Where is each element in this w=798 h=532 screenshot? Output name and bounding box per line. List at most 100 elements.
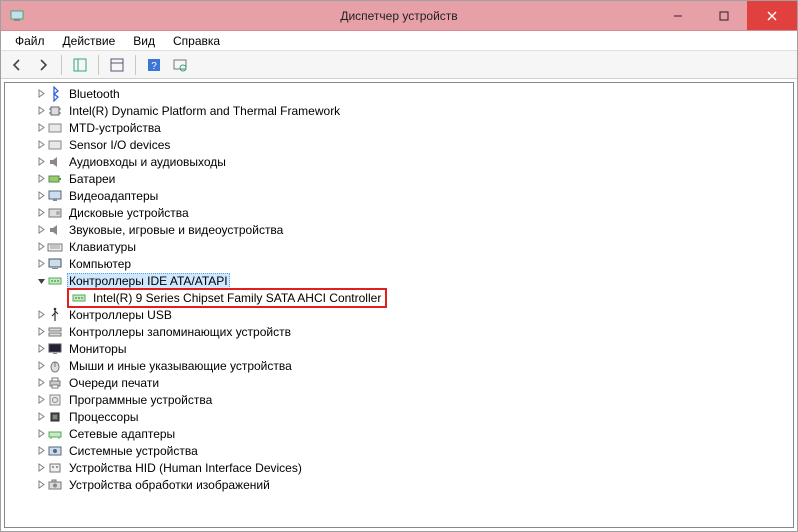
cpu-icon: [47, 409, 63, 425]
menu-action[interactable]: Действие: [55, 32, 124, 50]
expand-icon[interactable]: [35, 242, 47, 251]
maximize-button[interactable]: [701, 1, 747, 30]
tree-item[interactable]: Intel(R) Dynamic Platform and Thermal Fr…: [5, 102, 793, 119]
device-tree: Bluetooth Intel(R) Dynamic Platform and T…: [5, 85, 793, 493]
minimize-button[interactable]: [655, 1, 701, 30]
audio-icon: [47, 222, 63, 238]
tree-item[interactable]: Контроллеры запоминающих устройств: [5, 323, 793, 340]
expand-icon[interactable]: [35, 123, 47, 132]
forward-button[interactable]: [31, 54, 55, 76]
tree-item[interactable]: Сетевые адаптеры: [5, 425, 793, 442]
expand-icon[interactable]: [35, 259, 47, 268]
tree-item-label: Контроллеры запоминающих устройств: [67, 325, 293, 339]
tree-item-label: Intel(R) Dynamic Platform and Thermal Fr…: [67, 104, 342, 118]
tree-item[interactable]: Sensor I/O devices: [5, 136, 793, 153]
tree-item[interactable]: Видеоадаптеры: [5, 187, 793, 204]
tree-item[interactable]: Intel(R) 9 Series Chipset Family SATA AH…: [5, 289, 793, 306]
expand-icon[interactable]: [35, 412, 47, 421]
expand-icon[interactable]: [35, 463, 47, 472]
tree-item-label: Аудиовходы и аудиовыходы: [67, 155, 228, 169]
toolbar: ?: [1, 51, 797, 79]
collapse-icon[interactable]: [35, 276, 47, 285]
tree-item[interactable]: Дисковые устройства: [5, 204, 793, 221]
tree-item-label: Очереди печати: [67, 376, 161, 390]
expand-icon[interactable]: [35, 429, 47, 438]
toolbar-separator: [61, 55, 62, 75]
tree-item-label: Сетевые адаптеры: [67, 427, 177, 441]
chip-icon: [47, 103, 63, 119]
back-button[interactable]: [5, 54, 29, 76]
tree-item[interactable]: Процессоры: [5, 408, 793, 425]
tree-item-label: Компьютер: [67, 257, 133, 271]
tree-item[interactable]: Системные устройства: [5, 442, 793, 459]
tree-item[interactable]: Клавиатуры: [5, 238, 793, 255]
titlebar[interactable]: Диспетчер устройств: [1, 1, 797, 31]
tree-item[interactable]: Мониторы: [5, 340, 793, 357]
menu-help[interactable]: Справка: [165, 32, 228, 50]
expand-icon[interactable]: [35, 327, 47, 336]
show-hide-tree-button[interactable]: [68, 54, 92, 76]
controller-icon: [47, 273, 63, 289]
menu-file[interactable]: Файл: [7, 32, 53, 50]
tree-item[interactable]: Bluetooth: [5, 85, 793, 102]
expand-icon[interactable]: [35, 174, 47, 183]
tree-item[interactable]: Мыши и иные указывающие устройства: [5, 357, 793, 374]
tree-item[interactable]: Батареи: [5, 170, 793, 187]
tree-item-label: MTD-устройства: [67, 121, 163, 135]
tree-item-label: Процессоры: [67, 410, 141, 424]
caption-buttons: [655, 1, 797, 30]
tree-item-label: Видеоадаптеры: [67, 189, 160, 203]
tree-item-label: Контроллеры USB: [67, 308, 174, 322]
expand-icon[interactable]: [35, 157, 47, 166]
bluetooth-icon: [47, 86, 63, 102]
close-button[interactable]: [747, 1, 797, 30]
expand-icon[interactable]: [35, 89, 47, 98]
expand-icon[interactable]: [35, 191, 47, 200]
tree-item-label: Bluetooth: [67, 87, 122, 101]
tree-item[interactable]: Устройства HID (Human Interface Devices): [5, 459, 793, 476]
expand-icon[interactable]: [35, 395, 47, 404]
tree-item-label: Дисковые устройства: [67, 206, 191, 220]
hid-icon: [47, 460, 63, 476]
tree-item[interactable]: Аудиовходы и аудиовыходы: [5, 153, 793, 170]
properties-button[interactable]: [105, 54, 129, 76]
expand-icon[interactable]: [35, 310, 47, 319]
menu-view[interactable]: Вид: [125, 32, 163, 50]
tree-item[interactable]: Звуковые, игровые и видеоустройства: [5, 221, 793, 238]
toolbar-separator: [135, 55, 136, 75]
display-icon: [47, 188, 63, 204]
expand-icon[interactable]: [35, 106, 47, 115]
highlighted-device: Intel(R) 9 Series Chipset Family SATA AH…: [67, 288, 387, 308]
expand-icon[interactable]: [35, 446, 47, 455]
svg-text:?: ?: [151, 61, 157, 72]
keyboard-icon: [47, 239, 63, 255]
device-tree-container[interactable]: Bluetooth Intel(R) Dynamic Platform and T…: [4, 82, 794, 528]
tree-item-label: Контроллеры IDE ATA/ATAPI: [67, 273, 230, 289]
expand-icon[interactable]: [35, 378, 47, 387]
tree-item-label: Звуковые, игровые и видеоустройства: [67, 223, 285, 237]
tree-item[interactable]: Устройства обработки изображений: [5, 476, 793, 493]
tree-item-label: Клавиатуры: [67, 240, 138, 254]
tree-item[interactable]: Контроллеры IDE ATA/ATAPI: [5, 272, 793, 289]
tree-item[interactable]: Компьютер: [5, 255, 793, 272]
scan-hardware-button[interactable]: [168, 54, 192, 76]
tree-item-label: Программные устройства: [67, 393, 214, 407]
expand-icon[interactable]: [35, 480, 47, 489]
expand-icon[interactable]: [35, 208, 47, 217]
expand-icon[interactable]: [35, 140, 47, 149]
network-icon: [47, 426, 63, 442]
expand-icon[interactable]: [35, 225, 47, 234]
monitor-icon: [47, 341, 63, 357]
tree-item[interactable]: Очереди печати: [5, 374, 793, 391]
device-icon: [47, 137, 63, 153]
audio-icon: [47, 154, 63, 170]
tree-item[interactable]: MTD-устройства: [5, 119, 793, 136]
toolbar-separator: [98, 55, 99, 75]
tree-item-label: Мониторы: [67, 342, 128, 356]
tree-item[interactable]: Контроллеры USB: [5, 306, 793, 323]
expand-icon[interactable]: [35, 361, 47, 370]
help-button[interactable]: ?: [142, 54, 166, 76]
system-icon: [47, 443, 63, 459]
expand-icon[interactable]: [35, 344, 47, 353]
tree-item[interactable]: Программные устройства: [5, 391, 793, 408]
